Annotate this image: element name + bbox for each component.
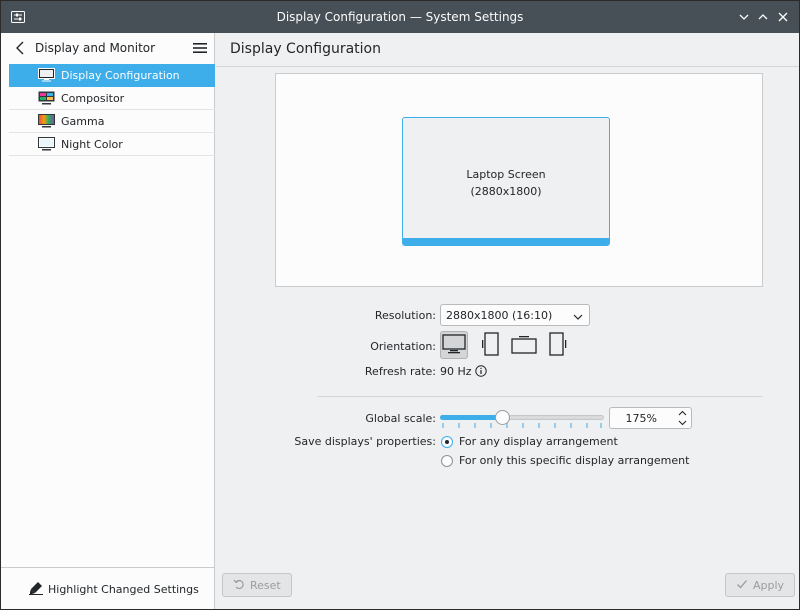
portrait-right-icon — [548, 331, 568, 359]
window-title: Display Configuration — System Settings — [276, 10, 524, 24]
radio-specific-arrangement[interactable] — [441, 455, 453, 467]
monitor-icon — [38, 68, 55, 82]
compositor-icon — [38, 91, 55, 105]
refresh-rate-value: 90 Hz — [440, 365, 472, 378]
global-scale-label: Global scale: — [365, 412, 436, 425]
laptop-screen-output[interactable]: Laptop Screen (2880x1800) — [402, 117, 610, 246]
orientation-portrait-right-button[interactable] — [544, 331, 572, 359]
screen-name: Laptop Screen — [466, 168, 546, 181]
orientation-inverted-button[interactable] — [510, 331, 538, 359]
system-settings-window: Display Configuration — System Settings … — [0, 0, 800, 610]
slider-fill — [440, 415, 502, 420]
highlight-changed-settings-button[interactable]: Highlight Changed Settings — [29, 578, 199, 600]
sidebar-header: Display and Monitor — [1, 33, 215, 63]
divider — [317, 396, 763, 397]
apply-button[interactable]: Apply — [725, 573, 796, 597]
sidebar-item-gamma[interactable]: Gamma — [9, 110, 215, 133]
radio-any-arrangement-label[interactable]: For any display arrangement — [459, 435, 618, 448]
reset-button[interactable]: Reset — [222, 573, 292, 597]
orientation-landscape-button[interactable] — [440, 331, 468, 359]
screen-selected-bar — [403, 238, 609, 245]
info-icon[interactable] — [475, 365, 487, 377]
landscape-inverted-icon — [511, 334, 537, 357]
spin-arrows-icon[interactable] — [678, 410, 687, 426]
global-scale-spinbox[interactable]: 175% — [609, 407, 692, 429]
resolution-value: 2880x1800 (16:10) — [446, 309, 553, 322]
minimize-icon[interactable] — [737, 10, 751, 24]
orientation-label: Orientation: — [370, 340, 436, 353]
undo-icon — [233, 578, 245, 593]
checkmark-icon — [736, 578, 748, 593]
radio-any-arrangement[interactable] — [441, 436, 453, 448]
sidebar-item-night-color[interactable]: Night Color — [9, 133, 215, 156]
title-bar: Display Configuration — System Settings — [1, 1, 799, 33]
sidebar-list: Display Configuration Compositor Gamma N… — [9, 64, 215, 156]
sidebar-item-display-configuration[interactable]: Display Configuration — [9, 64, 215, 87]
highlighter-icon — [29, 581, 43, 598]
screen-resolution: (2880x1800) — [470, 185, 542, 198]
radio-specific-arrangement-label[interactable]: For only this specific display arrangeme… — [459, 454, 689, 467]
reset-label: Reset — [250, 578, 281, 592]
highlight-button-label: Highlight Changed Settings — [48, 582, 199, 596]
slider-handle[interactable] — [495, 410, 510, 425]
portrait-left-icon — [480, 331, 500, 359]
chevron-down-icon — [573, 311, 583, 320]
maximize-icon[interactable] — [756, 10, 770, 24]
apply-label: Apply — [753, 578, 785, 592]
sidebar-title: Display and Monitor — [35, 41, 156, 55]
sidebar-item-label: Night Color — [61, 138, 123, 151]
sidebar-item-label: Gamma — [61, 115, 105, 128]
global-scale-slider[interactable] — [440, 409, 604, 429]
divider — [216, 66, 799, 67]
orientation-portrait-left-button[interactable] — [476, 331, 504, 359]
resolution-label: Resolution: — [374, 309, 436, 322]
refresh-rate-label: Refresh rate: — [364, 365, 436, 378]
landscape-icon — [442, 333, 466, 357]
slider-ticks — [442, 423, 602, 428]
sidebar-item-compositor[interactable]: Compositor — [9, 87, 215, 110]
display-arrangement-preview: Laptop Screen (2880x1800) — [275, 73, 763, 287]
sidebar-item-label: Display Configuration — [61, 69, 180, 82]
save-properties-label: Save displays' properties: — [294, 435, 436, 448]
sidebar-footer: Highlight Changed Settings — [1, 567, 215, 609]
page-title: Display Configuration — [230, 41, 381, 57]
global-scale-value: 175% — [625, 412, 657, 425]
chevron-left-icon[interactable] — [15, 41, 27, 55]
main-panel: Display Configuration Laptop Screen (288… — [216, 33, 799, 609]
resolution-combobox[interactable]: 2880x1800 (16:10) — [440, 304, 590, 326]
close-icon[interactable] — [776, 10, 790, 24]
sidebar-item-label: Compositor — [61, 92, 125, 105]
night-color-icon — [38, 137, 55, 151]
hamburger-menu-icon[interactable] — [193, 42, 207, 54]
sidebar: Display and Monitor Display Configuratio… — [1, 33, 215, 609]
gamma-icon — [38, 114, 55, 128]
